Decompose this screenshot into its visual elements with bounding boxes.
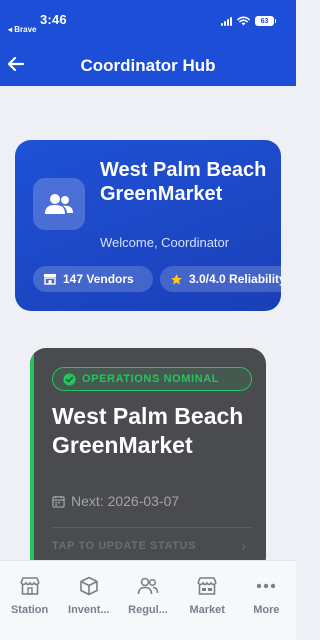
box-icon [79,576,98,596]
hero-welcome-text: Welcome, Coordinator [100,235,230,250]
next-date-text: Next: 2026-03-07 [71,493,180,509]
calendar-icon [52,495,65,508]
status-badge-label: OPERATIONS NOMINAL [82,373,220,385]
page-title: Coordinator Hub [80,56,216,75]
status-accent-bar [30,348,34,573]
divider [52,527,252,528]
rating-chip-label: 3.0/4.0 Reliability [189,272,281,286]
tab-regulars[interactable]: Regul... [118,561,177,640]
chevron-right-icon: › [241,538,246,554]
update-status-button[interactable]: TAP TO UPDATE STATUS [52,540,196,552]
store-icon [19,577,40,595]
tab-more[interactable]: More [237,561,296,640]
operations-status-card[interactable]: OPERATIONS NOMINAL West Palm Beach Green… [30,348,266,573]
market-hero-card: West Palm Beach GreenMarket Welcome, Coo… [15,140,281,311]
top-bar: 3:46 ◂ Brave 63 Coordinator Hub [0,0,296,86]
tab-station[interactable]: Station [0,561,59,640]
star-icon [171,273,182,285]
app-header: Coordinator Hub [0,44,296,86]
status-bar: 3:46 ◂ Brave 63 [0,0,296,38]
status-time: 3:46 [40,12,67,27]
hero-market-name: West Palm Beach GreenMarket [100,159,267,205]
check-circle-icon [63,372,76,386]
tab-inventory[interactable]: Invent... [59,561,118,640]
vendors-chip[interactable]: 147 Vendors [33,266,153,292]
tab-label: Station [10,604,49,616]
people-icon [137,577,159,595]
storefront-icon [44,274,56,285]
more-icon [257,583,276,589]
tab-label: Invent... [68,604,110,616]
vendors-chip-label: 147 Vendors [63,272,134,286]
status-icons: 63 [221,16,276,26]
bottom-tab-bar: Station Invent... Regul... Market More [0,560,296,640]
battery-icon: 63 [255,16,276,26]
rating-chip[interactable]: 3.0/4.0 Reliability [160,266,281,292]
back-to-app-link[interactable]: ◂ Brave [8,25,36,34]
signal-icon [221,16,232,26]
market-icon [197,577,217,595]
hero-avatar [33,178,85,230]
next-market-date: Next: 2026-03-07 [52,493,179,509]
wifi-icon [237,16,250,26]
operations-market-name: West Palm Beach GreenMarket [52,403,244,458]
tab-label: More [253,604,280,616]
tab-market[interactable]: Market [178,561,237,640]
tab-label: Regul... [128,604,168,616]
tab-label: Market [189,604,225,616]
people-icon [45,194,73,214]
status-badge: OPERATIONS NOMINAL [52,367,252,391]
